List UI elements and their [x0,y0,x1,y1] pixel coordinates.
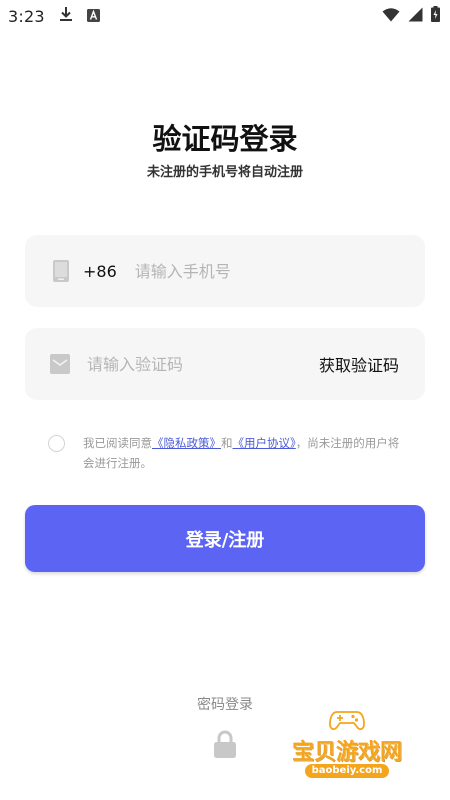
watermark: 宝贝游戏网 baobeiy.com [272,700,422,800]
battery-charging-icon [431,6,440,26]
status-time: 3:23 [8,6,45,26]
wifi-icon [382,7,400,26]
a-letter-icon [86,7,100,26]
code-input[interactable] [87,354,287,374]
user-agreement-link[interactable]: 《用户协议》 [233,436,296,450]
watermark-url: baobeiy.com [305,764,389,778]
phone-field: +86 [25,235,425,307]
message-icon [50,354,70,374]
agreement-prefix: 我已阅读同意 [83,436,152,450]
login-register-button[interactable]: 登录/注册 [25,505,425,572]
privacy-policy-link[interactable]: 《隐私政策》 [152,436,221,450]
download-icon [59,6,73,26]
watermark-title: 宝贝游戏网 [291,740,402,765]
code-field: 获取验证码 [25,328,425,400]
agreement-text: 我已阅读同意《隐私政策》和《用户协议》，尚未注册的用户将会进行注册。 [83,433,408,473]
login-screen: 3:23 验证码登录 未注册的手机号将自动注册 +86 请输入手机号 请输入验证… [0,0,450,800]
status-right [382,6,440,26]
get-code-button[interactable]: 获取验证码 [319,352,399,376]
status-bar: 3:23 [0,0,450,32]
gamepad-icon [329,706,365,736]
country-code[interactable]: +86 [83,262,117,281]
agreement-and: 和 [221,436,233,450]
phone-input[interactable] [134,261,365,281]
lock-icon[interactable] [212,730,238,758]
signal-icon [408,7,423,26]
agreement: 我已阅读同意《隐私政策》和《用户协议》，尚未注册的用户将会进行注册。 [48,433,408,473]
agreement-checkbox[interactable] [48,435,65,452]
page-title: 验证码登录 [152,122,298,156]
phone-icon [53,260,69,282]
status-left: 3:23 [8,6,100,26]
page-subtitle: 未注册的手机号将自动注册 [146,165,303,180]
